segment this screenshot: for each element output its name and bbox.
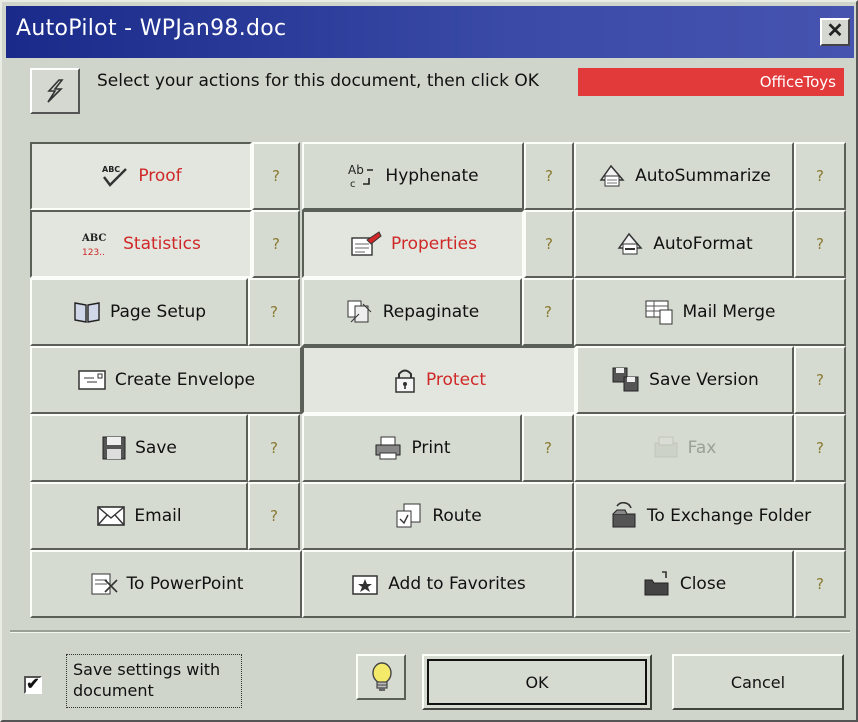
- autosummarize-button[interactable]: AutoSummarize: [574, 142, 794, 210]
- help-button[interactable]: ?: [248, 278, 300, 346]
- favorites-folder-icon: [350, 571, 380, 597]
- footer-divider: [10, 630, 850, 633]
- proof-button[interactable]: ABC Proof: [30, 142, 252, 210]
- help-button[interactable]: ?: [252, 210, 300, 278]
- proof-label: Proof: [138, 166, 182, 186]
- help-button[interactable]: ?: [794, 414, 846, 482]
- route-icon: [394, 502, 424, 530]
- autosummarize-label: AutoSummarize: [635, 166, 771, 186]
- lock-icon: [392, 366, 418, 394]
- print-label: Print: [411, 438, 451, 458]
- exchange-folder-icon: [609, 502, 639, 530]
- statistics-icon: ABC 123..: [81, 230, 115, 258]
- envelope-icon: [77, 368, 107, 392]
- print-button[interactable]: Print: [302, 414, 522, 482]
- properties-button[interactable]: Properties: [302, 210, 524, 278]
- autoformat-icon: [615, 230, 645, 258]
- hyphenate-label: Hyphenate: [385, 166, 479, 186]
- protect-label: Protect: [425, 370, 487, 390]
- close-folder-icon: [642, 570, 672, 598]
- statistics-label: Statistics: [123, 234, 201, 254]
- to-powerpoint-button[interactable]: To PowerPoint: [30, 550, 302, 618]
- printer-icon: [373, 435, 403, 461]
- to-powerpoint-label: To PowerPoint: [126, 574, 244, 594]
- cancel-button[interactable]: Cancel: [672, 654, 844, 710]
- help-button[interactable]: ?: [522, 414, 574, 482]
- svg-text:123..: 123..: [82, 248, 105, 258]
- to-exchange-folder-button[interactable]: To Exchange Folder: [574, 482, 846, 550]
- to-exchange-folder-label: To Exchange Folder: [646, 506, 812, 526]
- officetoys-banner: OfficeToys: [578, 68, 844, 96]
- powerpoint-icon: [89, 570, 119, 598]
- autoformat-button[interactable]: AutoFormat: [574, 210, 794, 278]
- svg-text:ABC: ABC: [81, 233, 106, 244]
- fax-icon: [652, 435, 680, 461]
- properties-label: Properties: [391, 234, 477, 254]
- route-label: Route: [432, 506, 482, 526]
- mail-merge-icon: [644, 298, 674, 326]
- help-button[interactable]: ?: [794, 346, 846, 414]
- help-button[interactable]: ?: [252, 142, 300, 210]
- help-button[interactable]: ?: [522, 278, 574, 346]
- help-button[interactable]: ?: [794, 550, 846, 618]
- save-label: Save: [135, 438, 177, 458]
- protect-button[interactable]: Protect: [302, 346, 576, 414]
- save-settings-label[interactable]: Save settings with document: [66, 654, 242, 708]
- svg-text:Ab: Ab: [348, 163, 364, 177]
- title-bar: AutoPilot - WPJan98.doc ✕: [6, 6, 854, 58]
- floppy-disk-icon: [101, 435, 127, 461]
- repaginate-icon: [345, 298, 375, 326]
- close-button[interactable]: Close: [574, 550, 794, 618]
- spellcheck-icon: ABC: [100, 163, 130, 189]
- email-label: Email: [134, 506, 182, 526]
- help-button[interactable]: ?: [248, 482, 300, 550]
- wizard-icon-button[interactable]: [30, 68, 80, 114]
- properties-icon: [349, 230, 383, 258]
- help-button[interactable]: ?: [524, 142, 574, 210]
- help-button[interactable]: ?: [794, 210, 846, 278]
- add-to-favorites-label: Add to Favorites: [388, 574, 526, 594]
- close-window-button[interactable]: ✕: [820, 18, 850, 46]
- mail-merge-button[interactable]: Mail Merge: [574, 278, 846, 346]
- hyphenate-icon: Ab c: [347, 162, 377, 190]
- create-envelope-button[interactable]: Create Envelope: [30, 346, 302, 414]
- statistics-button[interactable]: ABC 123.. Statistics: [30, 210, 252, 278]
- help-button[interactable]: ?: [794, 142, 846, 210]
- page-setup-label: Page Setup: [109, 302, 207, 322]
- ok-button[interactable]: OK: [422, 654, 652, 710]
- svg-text:ABC: ABC: [102, 165, 120, 174]
- lightbulb-icon: [372, 662, 392, 691]
- repaginate-button[interactable]: Repaginate: [302, 278, 522, 346]
- window-title: AutoPilot - WPJan98.doc: [16, 16, 287, 41]
- fax-label: Fax: [687, 438, 717, 458]
- help-button[interactable]: ?: [248, 414, 300, 482]
- route-button[interactable]: Route: [302, 482, 574, 550]
- close-label: Close: [679, 574, 727, 594]
- add-to-favorites-button[interactable]: Add to Favorites: [302, 550, 574, 618]
- create-envelope-label: Create Envelope: [114, 370, 256, 390]
- save-version-icon: [611, 366, 641, 394]
- save-version-label: Save Version: [649, 370, 759, 390]
- email-button[interactable]: Email: [30, 482, 248, 550]
- hyphenate-button[interactable]: Ab c Hyphenate: [302, 142, 524, 210]
- save-settings-checkbox[interactable]: ✔: [24, 676, 42, 694]
- book-icon: [72, 299, 102, 325]
- tip-button[interactable]: [356, 654, 406, 700]
- help-button[interactable]: ?: [524, 210, 574, 278]
- instruction-text: Select your actions for this document, t…: [97, 71, 539, 91]
- save-version-button[interactable]: Save Version: [576, 346, 794, 414]
- autopilot-dialog: AutoPilot - WPJan98.doc ✕ Select your ac…: [0, 0, 858, 722]
- lightning-icon: [47, 79, 64, 103]
- page-setup-button[interactable]: Page Setup: [30, 278, 248, 346]
- save-button[interactable]: Save: [30, 414, 248, 482]
- email-icon: [96, 505, 126, 527]
- fax-button: Fax: [574, 414, 794, 482]
- autoformat-label: AutoFormat: [653, 234, 753, 254]
- mail-merge-label: Mail Merge: [682, 302, 776, 322]
- autosummarize-icon: [597, 162, 627, 190]
- svg-text:c: c: [350, 179, 356, 190]
- repaginate-label: Repaginate: [382, 302, 480, 322]
